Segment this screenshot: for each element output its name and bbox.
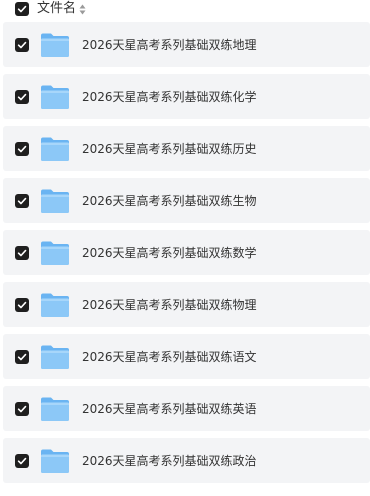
check-icon (17, 405, 27, 412)
file-row[interactable]: 2026天星高考系列基础双练数学 (3, 230, 370, 275)
check-icon (17, 93, 27, 100)
check-icon (17, 145, 27, 152)
check-icon (17, 457, 27, 464)
file-name[interactable]: 2026天星高考系列基础双练历史 (82, 141, 257, 157)
folder-icon (41, 293, 69, 317)
row-checkbox[interactable] (15, 297, 29, 312)
folder-icon (41, 345, 69, 369)
folder-icon (41, 137, 69, 161)
file-row[interactable]: 2026天星高考系列基础双练物理 (3, 282, 370, 327)
row-checkbox[interactable] (15, 349, 29, 364)
file-name[interactable]: 2026天星高考系列基础双练政治 (82, 453, 257, 469)
check-icon (17, 353, 27, 360)
check-icon (17, 301, 27, 308)
folder-icon (41, 85, 69, 109)
row-checkbox[interactable] (15, 453, 29, 468)
folder-icon (41, 33, 69, 57)
file-name[interactable]: 2026天星高考系列基础双练生物 (82, 193, 257, 209)
check-icon (17, 5, 27, 13)
file-name[interactable]: 2026天星高考系列基础双练物理 (82, 297, 257, 313)
row-checkbox[interactable] (15, 401, 29, 416)
sort-icon[interactable] (79, 3, 86, 15)
file-row[interactable]: 2026天星高考系列基础双练英语 (3, 386, 370, 431)
row-checkbox[interactable] (15, 193, 29, 208)
file-row[interactable]: 2026天星高考系列基础双练生物 (3, 178, 370, 223)
file-row[interactable]: 2026天星高考系列基础双练语文 (3, 334, 370, 379)
filename-column-header[interactable]: 文件名 (37, 1, 76, 17)
row-checkbox[interactable] (15, 245, 29, 260)
row-checkbox[interactable] (15, 89, 29, 104)
folder-icon (41, 397, 69, 421)
check-icon (17, 41, 27, 48)
folder-icon (41, 241, 69, 265)
folder-icon (41, 449, 69, 473)
row-checkbox[interactable] (15, 141, 29, 156)
select-all-checkbox[interactable] (15, 2, 29, 16)
file-row[interactable]: 2026天星高考系列基础双练历史 (3, 126, 370, 171)
file-name[interactable]: 2026天星高考系列基础双练数学 (82, 245, 257, 261)
file-name[interactable]: 2026天星高考系列基础双练化学 (82, 89, 257, 105)
file-row[interactable]: 2026天星高考系列基础双练政治 (3, 438, 370, 483)
file-row[interactable]: 2026天星高考系列基础双练化学 (3, 74, 370, 119)
row-checkbox[interactable] (15, 37, 29, 52)
file-row[interactable]: 2026天星高考系列基础双练地理 (3, 22, 370, 67)
check-icon (17, 249, 27, 256)
file-name[interactable]: 2026天星高考系列基础双练英语 (82, 401, 257, 417)
file-list-header: 文件名 (0, 0, 370, 18)
file-name[interactable]: 2026天星高考系列基础双练语文 (82, 349, 257, 365)
folder-icon (41, 189, 69, 213)
file-name[interactable]: 2026天星高考系列基础双练地理 (82, 37, 257, 53)
check-icon (17, 197, 27, 204)
